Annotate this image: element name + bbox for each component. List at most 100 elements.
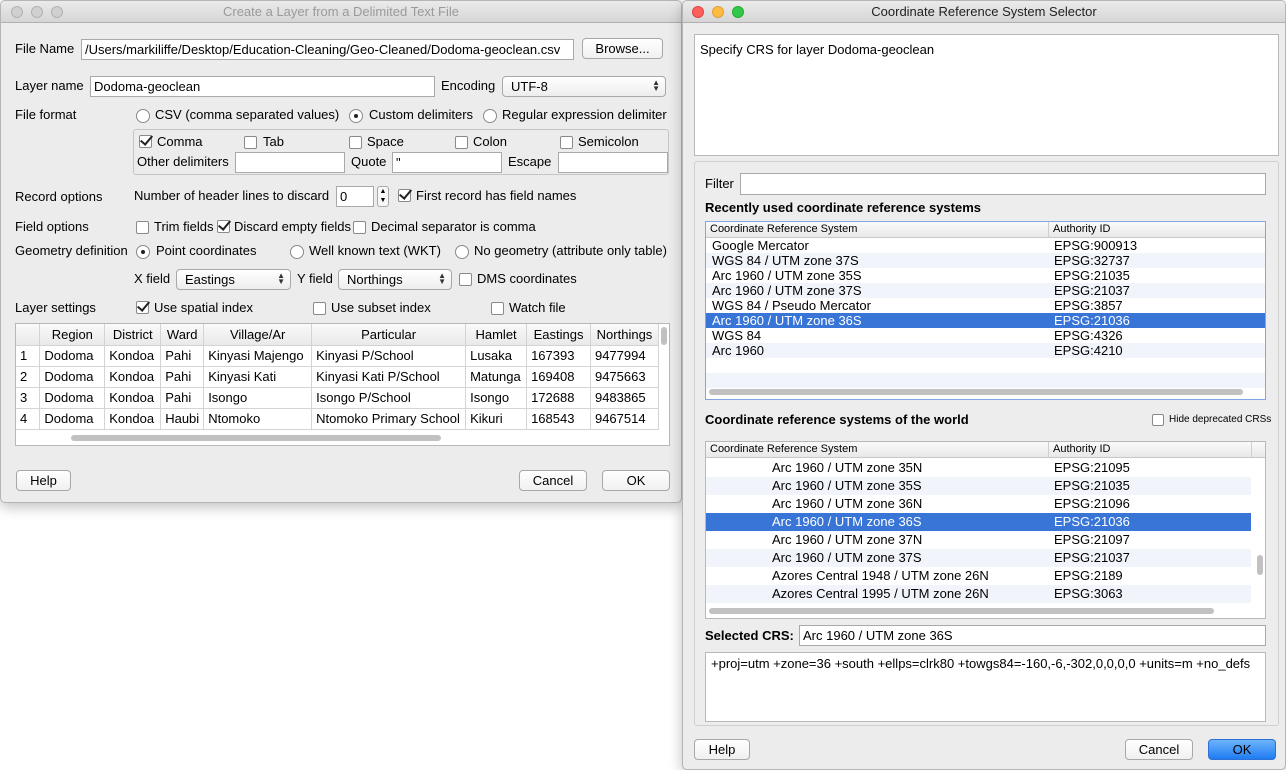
trim-fields-checkbox[interactable] [136, 221, 149, 234]
layer-name-field[interactable]: Dodoma-geoclean [90, 76, 435, 97]
crs-name: Arc 1960 / UTM zone 35S [712, 268, 862, 283]
minimize-window-button[interactable] [712, 6, 724, 18]
column-header[interactable]: Coordinate Reference System [706, 222, 1049, 238]
column-header[interactable]: Ward [160, 324, 205, 346]
delim-comma-checkbox[interactable] [139, 135, 152, 148]
crs-name: Arc 1960 / UTM zone 36S [772, 514, 922, 529]
delim-colon-label: Colon [473, 134, 507, 149]
discard-empty-checkbox[interactable] [217, 220, 230, 233]
table-row[interactable]: 4 Dodoma Kondoa Haubi Ntomoko Ntomoko Pr… [16, 408, 660, 430]
list-item[interactable]: Arc 1960 / UTM zone 35N EPSG:21095 [706, 459, 1251, 477]
column-header[interactable]: District [104, 324, 162, 346]
list-item[interactable]: Arc 1960 / UTM zone 35S EPSG:21035 [706, 268, 1265, 283]
list-item[interactable]: WGS 84 EPSG:4326 [706, 328, 1265, 343]
table-cell: Dodoma [39, 345, 106, 367]
geometry-definition-label: Geometry definition [15, 243, 128, 258]
file-name-field[interactable]: /Users/markiliffe/Desktop/Education-Clea… [81, 39, 574, 60]
crs-authority-id: EPSG:21036 [1054, 313, 1130, 328]
table-row[interactable]: 2 Dodoma Kondoa Pahi Kinyasi Kati Kinyas… [16, 366, 660, 388]
x-field-select[interactable]: Eastings ▲ ▼ [176, 269, 291, 290]
horizontal-scrollbar[interactable] [71, 435, 441, 441]
hide-deprecated-checkbox[interactable] [1152, 414, 1164, 426]
column-header[interactable]: Northings [590, 324, 660, 346]
horizontal-scrollbar[interactable] [709, 608, 1214, 614]
escape-field[interactable] [558, 152, 668, 173]
header-lines-spinbox[interactable]: 0 [336, 186, 374, 207]
crs-name: WGS 84 / Pseudo Mercator [712, 298, 871, 313]
crs-authority-id: EPSG:4210 [1054, 343, 1123, 358]
subset-index-checkbox[interactable] [313, 302, 326, 315]
column-header[interactable] [16, 324, 41, 346]
cancel-button[interactable]: Cancel [1125, 739, 1193, 760]
list-item[interactable]: Arc 1960 / UTM zone 37N EPSG:21097 [706, 531, 1251, 549]
dms-checkbox[interactable] [459, 273, 472, 286]
vertical-scrollbar[interactable] [1257, 555, 1263, 575]
crs-name: Arc 1960 / UTM zone 37S [772, 550, 922, 565]
geom-point-radio[interactable] [136, 245, 150, 259]
list-item-selected[interactable]: Arc 1960 / UTM zone 36S EPSG:21036 [706, 513, 1251, 531]
list-item[interactable]: WGS 84 / UTM zone 37S EPSG:32737 [706, 253, 1265, 268]
column-header[interactable]: Village/Ar [203, 324, 313, 346]
geom-none-radio[interactable] [455, 245, 469, 259]
table-row[interactable]: 3 Dodoma Kondoa Pahi Isongo Isongo P/Sch… [16, 387, 660, 409]
list-item[interactable]: Arc 1960 / UTM zone 37S EPSG:21037 [706, 283, 1265, 298]
zoom-window-button[interactable] [732, 6, 744, 18]
list-item[interactable]: Google Mercator EPSG:900913 [706, 238, 1265, 253]
column-header[interactable]: Eastings [526, 324, 591, 346]
cancel-button[interactable]: Cancel [519, 470, 587, 491]
delim-semicolon-checkbox[interactable] [560, 136, 573, 149]
filter-field[interactable] [740, 173, 1266, 195]
watch-file-checkbox[interactable] [491, 302, 504, 315]
list-item[interactable]: Azores Central 1948 / UTM zone 26N EPSG:… [706, 567, 1251, 585]
column-header[interactable]: Authority ID [1049, 442, 1252, 458]
y-field-label: Y field [297, 271, 333, 286]
first-record-names-checkbox[interactable] [398, 189, 411, 202]
close-window-button[interactable] [11, 6, 23, 18]
spinner-arrows-icon[interactable]: ▲ ▼ [377, 186, 389, 207]
list-item[interactable]: Arc 1960 / UTM zone 35S EPSG:21035 [706, 477, 1251, 495]
table-cell: Matunga [465, 366, 528, 388]
list-item-selected[interactable]: Arc 1960 / UTM zone 36S EPSG:21036 [706, 313, 1265, 328]
list-item[interactable]: WGS 84 / Pseudo Mercator EPSG:3857 [706, 298, 1265, 313]
zoom-window-button[interactable] [51, 6, 63, 18]
column-header[interactable]: Coordinate Reference System [706, 442, 1049, 458]
world-crs-list: Coordinate Reference System Authority ID… [705, 441, 1266, 619]
y-field-select[interactable]: Northings ▲ ▼ [338, 269, 452, 290]
column-header[interactable]: Hamlet [465, 324, 528, 346]
delim-colon-checkbox[interactable] [455, 136, 468, 149]
decimal-comma-checkbox[interactable] [353, 221, 366, 234]
table-cell: 2 [16, 366, 41, 388]
list-item[interactable]: Azores Central 1995 / UTM zone 26N EPSG:… [706, 585, 1251, 603]
column-header[interactable]: Authority ID [1049, 222, 1265, 238]
spatial-index-checkbox[interactable] [136, 301, 149, 314]
ok-button[interactable]: OK [602, 470, 670, 491]
format-custom-radio[interactable] [349, 109, 363, 123]
title-bar[interactable]: Coordinate Reference System Selector [683, 1, 1285, 23]
minimize-window-button[interactable] [31, 6, 43, 18]
title-bar[interactable]: Create a Layer from a Delimited Text Fil… [1, 1, 681, 23]
list-item[interactable]: Arc 1960 / UTM zone 37S EPSG:21037 [706, 549, 1251, 567]
quote-field[interactable]: " [392, 152, 502, 173]
crs-message-text: Specify CRS for layer Dodoma-geoclean [700, 42, 935, 57]
list-item[interactable]: Arc 1960 EPSG:4210 [706, 343, 1265, 358]
browse-button[interactable]: Browse... [582, 38, 663, 59]
delim-space-checkbox[interactable] [349, 136, 362, 149]
table-row[interactable]: 1 Dodoma Kondoa Pahi Kinyasi Majengo Kin… [16, 345, 660, 367]
format-regex-radio[interactable] [483, 109, 497, 123]
help-button[interactable]: Help [16, 470, 71, 491]
horizontal-scrollbar[interactable] [709, 389, 1243, 395]
ok-button[interactable]: OK [1208, 739, 1276, 760]
column-header[interactable]: Particular [311, 324, 467, 346]
empty-row [706, 358, 1265, 373]
list-item[interactable]: Arc 1960 / UTM zone 36N EPSG:21096 [706, 495, 1251, 513]
close-window-button[interactable] [692, 6, 704, 18]
table-cell: Kinyasi Majengo [203, 345, 313, 367]
column-header[interactable]: Region [39, 324, 106, 346]
vertical-scrollbar[interactable] [661, 327, 667, 345]
format-csv-radio[interactable] [136, 109, 150, 123]
geom-wkt-radio[interactable] [290, 245, 304, 259]
help-button[interactable]: Help [694, 739, 750, 760]
encoding-select[interactable]: UTF-8 ▲ ▼ [502, 76, 666, 97]
delim-tab-checkbox[interactable] [244, 136, 257, 149]
other-delimiters-field[interactable] [235, 152, 345, 173]
